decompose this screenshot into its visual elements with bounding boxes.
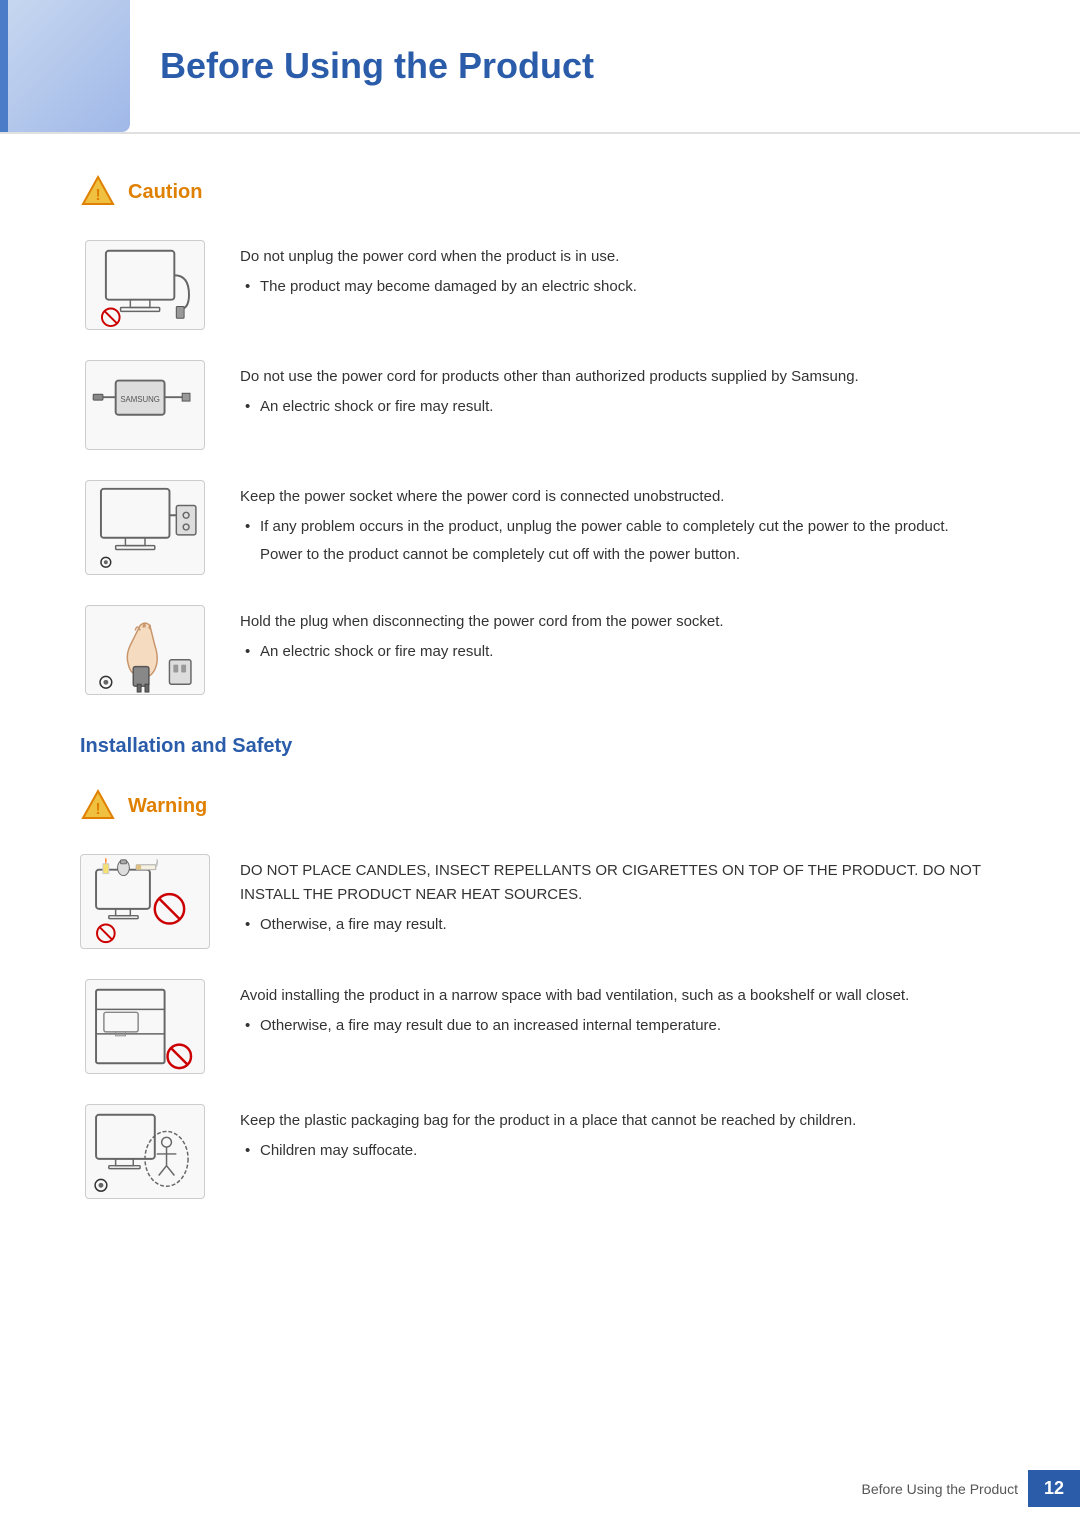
warning-text-1: DO NOT PLACE CANDLES, INSECT REPELLANTS … — [240, 854, 1000, 937]
page-title: Before Using the Product — [160, 30, 1080, 102]
caution-item-1: Do not unplug the power cord when the pr… — [80, 240, 1000, 330]
page-footer: Before Using the Product 12 — [862, 1470, 1080, 1507]
warning-main-text-3: Keep the plastic packaging bag for the p… — [240, 1109, 1000, 1133]
svg-text:!: ! — [95, 801, 100, 818]
svg-text:SAMSUNG: SAMSUNG — [120, 395, 160, 404]
caution-main-text-1: Do not unplug the power cord when the pr… — [240, 245, 1000, 269]
caution-item-3: Keep the power socket where the power co… — [80, 480, 1000, 575]
caution-bullet-3-1: If any problem occurs in the product, un… — [240, 515, 1000, 539]
svg-text:!: ! — [95, 187, 100, 204]
caution-main-text-3: Keep the power socket where the power co… — [240, 485, 1000, 509]
caution-text-1: Do not unplug the power cord when the pr… — [240, 240, 1000, 299]
warning-text-2: Avoid installing the product in a narrow… — [240, 979, 1000, 1038]
caution-bullet-4-1: An electric shock or fire may result. — [240, 640, 1000, 664]
caution-image-3 — [80, 480, 210, 575]
warning-section-header: ! Warning — [80, 788, 1000, 824]
caution-text-3: Keep the power socket where the power co… — [240, 480, 1000, 573]
caution-image-4 — [80, 605, 210, 695]
warning-bullet-2-1: Otherwise, a fire may result due to an i… — [240, 1014, 1000, 1038]
warning-icon: ! — [80, 788, 116, 824]
caution-image-2: SAMSUNG — [80, 360, 210, 450]
page-header: Before Using the Product — [0, 0, 1080, 134]
caution-item-4: Hold the plug when disconnecting the pow… — [80, 605, 1000, 695]
caution-bullet-1-1: The product may become damaged by an ele… — [240, 275, 1000, 299]
caution-main-text-4: Hold the plug when disconnecting the pow… — [240, 610, 1000, 634]
warning-bullet-1-1: Otherwise, a fire may result. — [240, 913, 1000, 937]
caution-main-text-2: Do not use the power cord for products o… — [240, 365, 1000, 389]
page-number: 12 — [1028, 1470, 1080, 1507]
warning-main-text-2: Avoid installing the product in a narrow… — [240, 984, 1000, 1008]
main-content: ! Caution Do not unplug the power cord w… — [0, 174, 1080, 1309]
caution-sub-note-3: Power to the product cannot be completel… — [240, 543, 1000, 567]
warning-label: Warning — [128, 795, 207, 818]
warning-image-3 — [80, 1104, 210, 1199]
caution-label: Caution — [128, 181, 202, 204]
caution-icon: ! — [80, 174, 116, 210]
warning-item-3: Keep the plastic packaging bag for the p… — [80, 1104, 1000, 1199]
warning-bullet-3-1: Children may suffocate. — [240, 1139, 1000, 1163]
blue-stripe-decoration — [0, 0, 8, 132]
warning-item-2: Avoid installing the product in a narrow… — [80, 979, 1000, 1074]
installation-section-title: Installation and Safety — [80, 735, 1000, 758]
caution-section-header: ! Caution — [80, 174, 1000, 210]
warning-image-1 — [80, 854, 210, 949]
caution-text-2: Do not use the power cord for products o… — [240, 360, 1000, 419]
caution-item-2: SAMSUNG Do not use the power cord for pr… — [80, 360, 1000, 450]
warning-main-text-1: DO NOT PLACE CANDLES, INSECT REPELLANTS … — [240, 859, 1000, 907]
blue-accent-decoration — [0, 0, 130, 132]
caution-image-1 — [80, 240, 210, 330]
caution-text-4: Hold the plug when disconnecting the pow… — [240, 605, 1000, 664]
warning-image-2 — [80, 979, 210, 1074]
caution-bullet-2-1: An electric shock or fire may result. — [240, 395, 1000, 419]
warning-item-1: DO NOT PLACE CANDLES, INSECT REPELLANTS … — [80, 854, 1000, 949]
footer-text: Before Using the Product — [862, 1481, 1028, 1497]
warning-text-3: Keep the plastic packaging bag for the p… — [240, 1104, 1000, 1163]
